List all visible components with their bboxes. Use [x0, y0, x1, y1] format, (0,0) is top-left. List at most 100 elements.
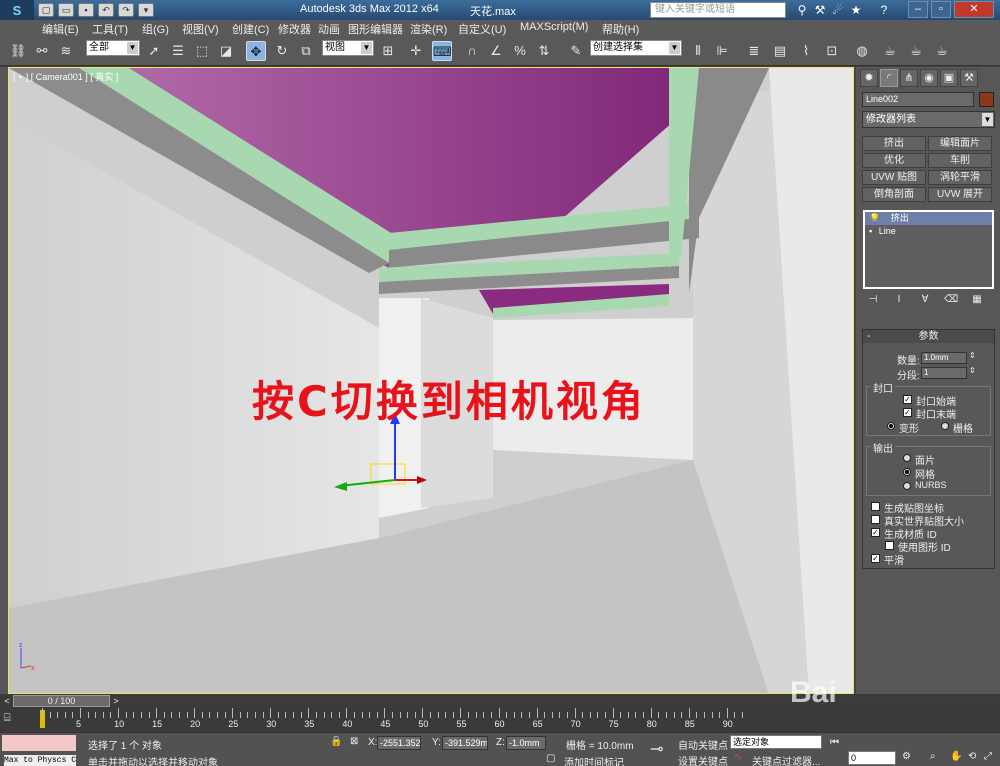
time-prev-icon[interactable]: <: [1, 695, 13, 707]
rect-selection-icon[interactable]: ⬚: [192, 41, 212, 61]
mirror-icon[interactable]: ⫴: [688, 41, 708, 61]
create-tab-icon[interactable]: ✹: [860, 69, 878, 87]
new-file-button[interactable]: ▢: [38, 3, 54, 17]
gen-map-coords-checkbox[interactable]: [871, 502, 880, 511]
select-object-icon[interactable]: ➚: [144, 41, 164, 61]
key-icon[interactable]: ⊸: [650, 739, 663, 759]
menu-group[interactable]: 组(G): [142, 21, 169, 37]
cap-start-checkbox[interactable]: ✓: [903, 395, 912, 404]
spinner-snap-icon[interactable]: ⇅: [534, 41, 554, 61]
percent-snap-icon[interactable]: %: [510, 41, 530, 61]
cap-end-checkbox[interactable]: ✓: [903, 408, 912, 417]
menu-help[interactable]: 帮助(H): [602, 21, 639, 37]
communication-icon[interactable]: ☄: [830, 2, 846, 18]
mod-button-extrude[interactable]: 挤出: [862, 136, 926, 151]
maximize-viewport-icon[interactable]: ⤢: [984, 751, 992, 762]
utilities-tab-icon[interactable]: ⚒: [960, 69, 978, 87]
stack-item-line[interactable]: ▪ Line: [865, 225, 992, 238]
menu-edit[interactable]: 编辑(E): [42, 21, 79, 37]
spinner-arrows-icon[interactable]: ⇕: [969, 366, 976, 375]
undo-button[interactable]: ↶: [98, 3, 114, 17]
absolute-mode-icon[interactable]: ⊠: [350, 736, 358, 747]
amount-input[interactable]: 1.0mm: [921, 352, 967, 364]
motion-tab-icon[interactable]: ◉: [920, 69, 938, 87]
gen-material-id-checkbox[interactable]: ✓: [871, 528, 880, 537]
select-by-name-icon[interactable]: ☰: [168, 41, 188, 61]
mod-button-uvw-map[interactable]: UVW 贴图: [862, 170, 926, 185]
key-curve-icon[interactable]: ∿: [734, 752, 742, 763]
menu-create[interactable]: 创建(C): [232, 21, 269, 37]
align-icon[interactable]: ⊫: [712, 41, 732, 61]
hierarchy-tab-icon[interactable]: ⋔: [900, 69, 918, 87]
time-next-icon[interactable]: >: [110, 695, 122, 707]
mod-button-unwrap-uvw[interactable]: UVW 展开: [928, 187, 992, 202]
set-key-button[interactable]: 设置关键点: [678, 753, 728, 766]
mod-button-turbosmooth[interactable]: 涡轮平滑: [928, 170, 992, 185]
zoom-icon[interactable]: ⌕: [930, 751, 936, 762]
show-end-result-icon[interactable]: Ⅰ: [892, 293, 906, 307]
collapse-icon[interactable]: -: [867, 330, 870, 343]
graphite-toolbar-icon[interactable]: ▤: [770, 41, 790, 61]
maxscript-mini-listener[interactable]: Max to Physcs C: [2, 735, 76, 766]
object-name-field[interactable]: Line002: [862, 92, 974, 107]
layer-manager-icon[interactable]: ≣: [744, 41, 764, 61]
display-tab-icon[interactable]: ▣: [940, 69, 958, 87]
pivot-center-icon[interactable]: ⊞: [378, 41, 398, 61]
key-mode-dropdown[interactable]: 选定对象: [730, 735, 822, 749]
time-slider-thumb[interactable]: 0 / 100: [13, 695, 110, 707]
stack-item-extrude[interactable]: 💡 挤出: [865, 212, 992, 225]
subscription-icon[interactable]: ⚒: [812, 2, 828, 18]
smooth-checkbox[interactable]: ✓: [871, 554, 880, 563]
keyboard-shortcut-override-icon[interactable]: ⌨: [432, 41, 452, 61]
make-unique-icon[interactable]: ∀: [918, 293, 932, 307]
select-manipulate-icon[interactable]: ✛: [406, 41, 426, 61]
go-to-start-icon[interactable]: ⏮: [830, 737, 839, 748]
select-and-move-icon[interactable]: ✥: [246, 41, 266, 61]
menu-customize[interactable]: 自定义(U): [458, 21, 506, 37]
schematic-view-icon[interactable]: ⊡: [822, 41, 842, 61]
mini-curve-editor-icon[interactable]: ⌸: [4, 712, 24, 726]
help-icon[interactable]: ?: [876, 2, 892, 18]
lock-selection-icon[interactable]: 🔒: [330, 736, 342, 747]
favorites-icon[interactable]: ★: [848, 2, 864, 18]
render-setup-icon[interactable]: ☕: [880, 41, 900, 61]
nurbs-radio[interactable]: [903, 482, 911, 490]
real-world-map-checkbox[interactable]: [871, 515, 880, 524]
menu-modifiers[interactable]: 修改器: [278, 21, 311, 37]
spinner-arrows-icon[interactable]: ⇕: [969, 351, 976, 360]
track-bar[interactable]: ⌸ 5 10 15 20 25 30 35 40 45 50 55 60 65 70 75 80 85 90: [0, 708, 1000, 732]
angle-snap-icon[interactable]: ∠: [486, 41, 506, 61]
remove-modifier-icon[interactable]: ⌫: [944, 293, 958, 307]
named-selection-dropdown[interactable]: 创建选择集 ▼: [590, 40, 682, 56]
save-file-button[interactable]: ▪: [78, 3, 94, 17]
select-and-scale-icon[interactable]: ⧉: [296, 41, 316, 61]
modifier-stack[interactable]: 💡 挤出 ▪ Line: [863, 210, 994, 289]
modify-tab-icon[interactable]: ◜: [880, 69, 898, 87]
patch-radio[interactable]: [903, 454, 911, 462]
mod-button-optimize[interactable]: 优化: [862, 153, 926, 168]
menu-graph-editors[interactable]: 图形编辑器: [348, 21, 403, 37]
render-production-icon[interactable]: ☕: [932, 41, 952, 61]
search-input[interactable]: 键入关键字或短语: [650, 2, 786, 18]
pan-icon[interactable]: ✋: [950, 751, 962, 762]
pin-stack-icon[interactable]: ⊣: [866, 293, 880, 307]
viewport-label[interactable]: [ + ] [ Camera001 ] [ 真实 ]: [13, 70, 118, 83]
snaps-toggle-icon[interactable]: ∩: [462, 41, 482, 61]
use-shape-id-checkbox[interactable]: [885, 541, 894, 550]
segments-input[interactable]: 1: [921, 367, 967, 379]
mesh-radio[interactable]: [903, 468, 911, 476]
grid-radio[interactable]: [941, 422, 949, 430]
quick-access-more-icon[interactable]: ▾: [138, 3, 154, 17]
current-frame-input[interactable]: 0: [848, 751, 896, 765]
mod-button-edit-patch[interactable]: 编辑面片: [928, 136, 992, 151]
object-color-swatch[interactable]: [979, 92, 994, 107]
time-tag-icon[interactable]: ▢: [546, 753, 555, 764]
key-filters-button[interactable]: 关键点过滤器...: [752, 753, 820, 766]
menu-views[interactable]: 视图(V): [182, 21, 219, 37]
curve-editor-icon[interactable]: ⌇: [796, 41, 816, 61]
mod-button-lathe[interactable]: 车削: [928, 153, 992, 168]
mod-button-bevel-profile[interactable]: 倒角剖面: [862, 187, 926, 202]
window-crossing-icon[interactable]: ◪: [216, 41, 236, 61]
bind-space-warp-icon[interactable]: ≋: [56, 41, 76, 61]
time-config-icon[interactable]: ⚙: [902, 751, 911, 762]
